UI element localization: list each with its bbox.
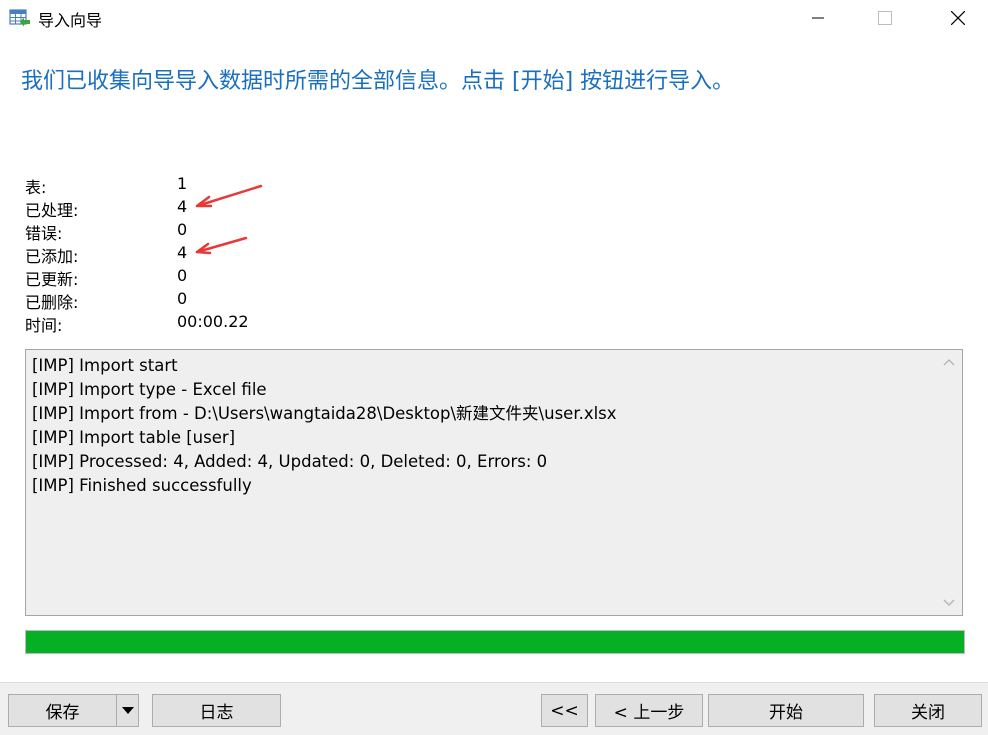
close-icon: [951, 11, 965, 25]
maximize-button[interactable]: [862, 0, 908, 36]
log-line: [IMP] Import start: [32, 356, 178, 375]
minimize-icon: [812, 17, 824, 19]
maximize-icon: [878, 11, 892, 25]
stat-value: 4: [177, 197, 188, 216]
stat-label: 已添加:: [25, 247, 79, 266]
log-line: [IMP] Processed: 4, Added: 4, Updated: 0…: [32, 452, 548, 471]
table-import-icon: [9, 8, 31, 28]
title-bar: 导入向导: [0, 0, 988, 36]
annotation-arrow-icon: [195, 236, 248, 255]
minimize-button[interactable]: [795, 0, 841, 36]
stat-label: 错误:: [25, 224, 63, 243]
stat-value: 0: [177, 266, 188, 285]
save-button[interactable]: 保存: [8, 694, 117, 727]
stat-label: 时间:: [25, 316, 63, 335]
stat-label: 表:: [25, 178, 47, 197]
close-button[interactable]: 关闭: [874, 694, 982, 727]
stat-value: 1: [177, 174, 188, 193]
stat-value: 00:00.22: [177, 312, 249, 331]
log-line: [IMP] Import table [user]: [32, 428, 236, 447]
stat-value: 4: [177, 243, 188, 262]
save-dropdown-button[interactable]: [116, 694, 139, 727]
first-step-button[interactable]: <<: [541, 694, 588, 727]
import-log[interactable]: [IMP] Import start [IMP] Import type - E…: [25, 349, 963, 616]
log-line: [IMP] Import type - Excel file: [32, 380, 267, 399]
log-button[interactable]: 日志: [152, 694, 281, 727]
stat-label: 已更新:: [25, 270, 79, 289]
import-progress-bar: [25, 630, 965, 654]
chevron-down-icon[interactable]: [943, 599, 955, 607]
window-title: 导入向导: [38, 11, 103, 30]
start-button[interactable]: 开始: [708, 694, 864, 727]
log-line: [IMP] Finished successfully: [32, 476, 252, 495]
log-line: [IMP] Import from - D:\Users\wangtaida28…: [32, 404, 617, 423]
previous-step-button[interactable]: < 上一步: [595, 694, 703, 727]
log-scrollbar[interactable]: [938, 350, 962, 615]
stat-value: 0: [177, 289, 188, 308]
stat-value: 0: [177, 220, 188, 239]
progress-fill: [26, 631, 964, 653]
stat-label: 已处理:: [25, 201, 79, 220]
caret-down-icon: [121, 706, 134, 714]
annotation-arrow-icon: [195, 184, 263, 208]
wizard-instruction: 我们已收集向导导入数据时所需的全部信息。点击 [开始] 按钮进行导入。: [21, 69, 735, 94]
close-window-button[interactable]: [935, 0, 981, 36]
stat-label: 已删除:: [25, 293, 79, 312]
chevron-up-icon[interactable]: [943, 358, 955, 366]
